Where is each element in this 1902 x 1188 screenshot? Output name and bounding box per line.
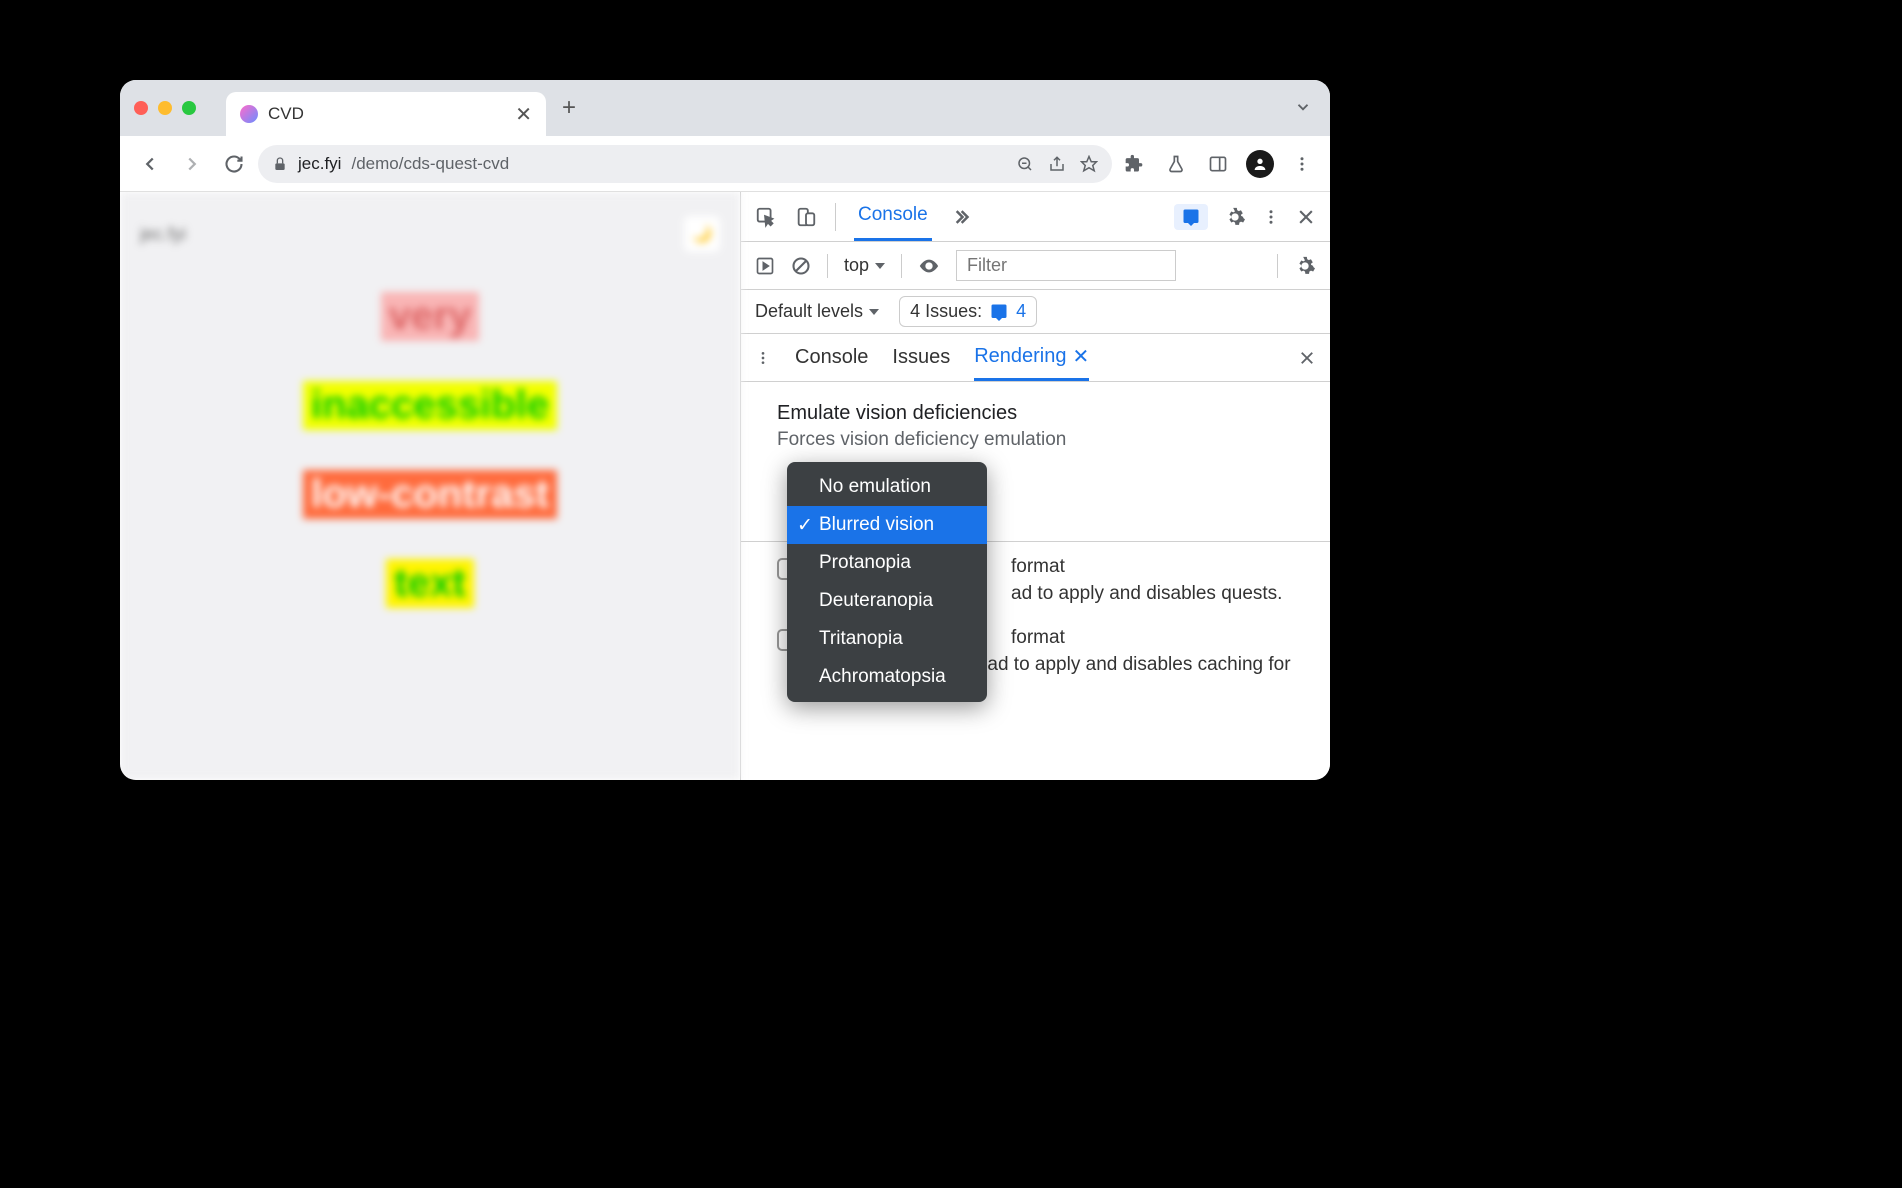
console-statusbar: Default levels 4 Issues: 4 [741,290,1330,334]
console-toolbar: top [741,242,1330,290]
console-tab[interactable]: Console [854,192,932,241]
reload-button[interactable] [216,146,252,182]
side-panel-icon[interactable] [1202,148,1234,180]
minimize-window-button[interactable] [158,101,172,115]
dropdown-option[interactable]: Achromatopsia [787,658,987,696]
section-title: Emulate vision deficiencies [777,402,1294,425]
url-path: /demo/cds-quest-cvd [351,154,509,174]
word-3: low-contrast [303,470,557,519]
dropdown-option[interactable]: No emulation [787,468,987,506]
vision-dropdown[interactable]: No emulation Blurred vision Protanopia D… [787,462,987,702]
inspect-icon[interactable] [755,206,777,228]
drawer-tabs: Console Issues Rendering ✕ [741,334,1330,382]
filter-input[interactable] [956,250,1176,281]
close-drawer-icon[interactable] [1298,349,1316,367]
levels-select[interactable]: Default levels [755,301,879,322]
forward-button[interactable] [174,146,210,182]
browser-tab[interactable]: CVD ✕ [226,92,546,136]
option-title: format [1011,556,1065,577]
close-window-button[interactable] [134,101,148,115]
menu-button[interactable] [1286,148,1318,180]
tab-title: CVD [268,104,505,124]
dropdown-option[interactable]: Protanopia [787,544,987,582]
share-icon[interactable] [1048,155,1066,173]
drawer-kebab-icon[interactable] [755,350,771,366]
eye-icon[interactable] [918,255,940,277]
issues-indicator[interactable] [1174,204,1208,230]
browser-window: CVD ✕ + jec.fyi/demo/cds-quest-cvd [120,80,1330,780]
section-subtitle: Forces vision deficiency emulation [777,429,1294,451]
rendering-drawer: Emulate vision deficiencies Forces visio… [741,382,1330,780]
console-settings-icon[interactable] [1294,255,1316,277]
profile-button[interactable] [1244,148,1276,180]
word-1: very [381,292,479,341]
window-controls [134,101,196,115]
play-icon[interactable] [755,256,775,276]
word-4: text [386,559,473,608]
drawer-tab-issues[interactable]: Issues [892,334,950,381]
word-2: inaccessible [303,381,557,430]
bookmark-icon[interactable] [1080,155,1098,173]
tab-list-button[interactable] [1294,98,1312,116]
theme-toggle[interactable]: 🌙 [684,216,720,252]
address-bar[interactable]: jec.fyi/demo/cds-quest-cvd [258,145,1112,183]
option-title: format [1011,627,1065,648]
dropdown-option[interactable]: Tritanopia [787,620,987,658]
device-icon[interactable] [795,206,817,228]
settings-icon[interactable] [1224,206,1246,228]
url-host: jec.fyi [298,154,341,174]
content-area: jec.fyi 🌙 very inaccessible low-contrast… [120,192,1330,780]
new-tab-button[interactable]: + [562,94,576,122]
tab-favicon [240,105,258,123]
dropdown-option[interactable]: Blurred vision [787,506,987,544]
page-brand: jec.fyi [140,224,186,245]
zoom-icon[interactable] [1016,155,1034,173]
lock-icon [272,156,288,172]
webpage: jec.fyi 🌙 very inaccessible low-contrast… [120,192,740,780]
drawer-tab-console[interactable]: Console [795,334,868,381]
close-tab-icon[interactable]: ✕ [515,102,532,127]
back-button[interactable] [132,146,168,182]
labs-icon[interactable] [1160,148,1192,180]
drawer-tab-rendering[interactable]: Rendering ✕ [974,334,1089,381]
issues-chip[interactable]: 4 Issues: 4 [899,296,1037,327]
devtools-panel: Console top [740,192,1330,780]
extensions-icon[interactable] [1118,148,1150,180]
more-tabs-icon[interactable] [950,207,970,227]
close-devtools-icon[interactable] [1296,207,1316,227]
clear-icon[interactable] [791,256,811,276]
toolbar: jec.fyi/demo/cds-quest-cvd [120,136,1330,192]
kebab-icon[interactable] [1262,208,1280,226]
dropdown-option[interactable]: Deuteranopia [787,582,987,620]
context-select[interactable]: top [844,255,885,276]
close-tab-icon[interactable]: ✕ [1073,344,1090,369]
maximize-window-button[interactable] [182,101,196,115]
devtools-tabs: Console [741,192,1330,242]
titlebar: CVD ✕ + [120,80,1330,136]
